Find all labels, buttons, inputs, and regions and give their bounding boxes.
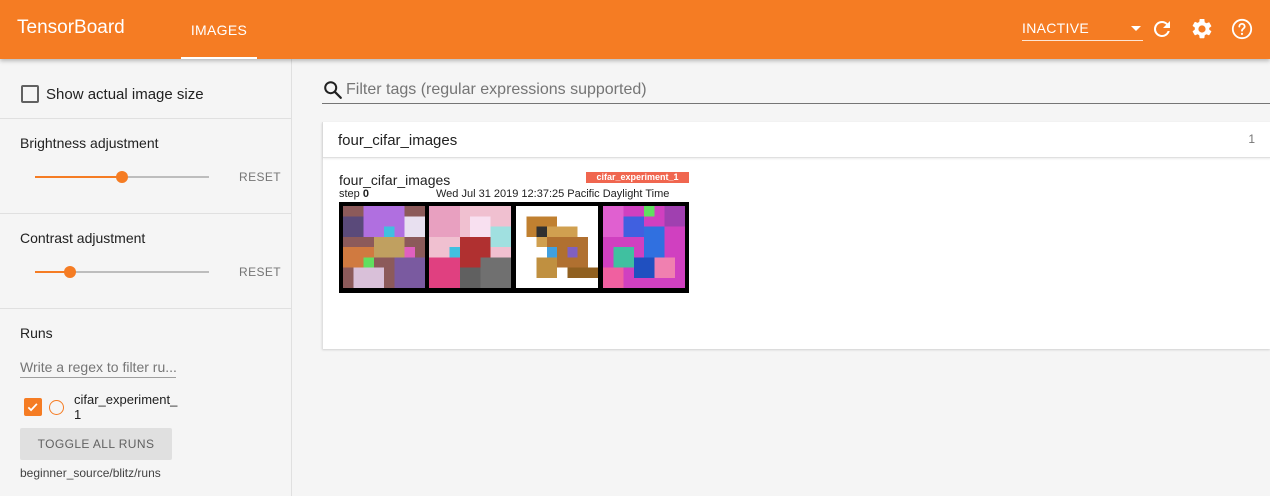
tag-group-count: 1 (1248, 132, 1255, 146)
brightness-slider[interactable] (35, 171, 209, 183)
help-icon[interactable] (1230, 17, 1254, 41)
mixed-pixel-image (343, 206, 425, 288)
run-color-radio[interactable] (49, 400, 64, 415)
tab-active-indicator (181, 57, 257, 59)
run-badge: cifar_experiment_1 (586, 172, 689, 183)
contrast-slider-thumb[interactable] (64, 266, 76, 278)
frog-image (516, 206, 598, 288)
toggle-all-runs-button[interactable]: TOGGLE ALL RUNS (20, 428, 172, 460)
checkmark-icon (27, 403, 38, 412)
contrast-reset-button[interactable]: RESET (239, 265, 281, 279)
show-actual-size-checkbox[interactable] (21, 85, 39, 103)
tag-filter (322, 77, 1270, 104)
image-grid[interactable] (339, 202, 689, 293)
step-value: 0 (362, 188, 369, 200)
divider (0, 308, 292, 309)
inactive-plugins-select[interactable]: INACTIVE (1022, 18, 1143, 41)
show-actual-size-label[interactable]: Show actual image size (46, 86, 204, 103)
run-name[interactable]: cifar_experiment_1 (74, 392, 184, 422)
runs-title: Runs (20, 325, 53, 341)
step-label: step 0 (339, 188, 369, 200)
contrast-title: Contrast adjustment (20, 230, 146, 246)
brightness-slider-fill (35, 176, 122, 178)
magenta-pixel-image (603, 206, 685, 288)
gear-icon[interactable] (1190, 17, 1214, 41)
step-prefix: step (339, 188, 360, 200)
dropdown-caret-icon (1131, 26, 1141, 31)
runs-filter-input[interactable] (20, 356, 176, 378)
brightness-reset-button[interactable]: RESET (239, 170, 281, 184)
run-checkbox[interactable] (24, 398, 42, 416)
tag-group-header[interactable]: four_cifar_images 1 (323, 122, 1270, 158)
pink-pixel-image (429, 206, 511, 288)
tab-images-label: IMAGES (190, 21, 248, 38)
wall-time: Wed Jul 31 2019 12:37:25 Pacific Dayligh… (436, 188, 670, 200)
divider (0, 118, 292, 119)
brightness-title: Brightness adjustment (20, 135, 159, 151)
image-card-title: four_cifar_images (339, 172, 451, 188)
tag-group-title: four_cifar_images (338, 132, 458, 149)
refresh-icon[interactable] (1150, 17, 1174, 41)
tag-filter-input[interactable] (346, 77, 1246, 103)
contrast-slider[interactable] (35, 266, 209, 278)
app-toolbar: TensorBoard IMAGES INACTIVE (0, 0, 1270, 59)
sidebar: Show actual image size Brightness adjust… (0, 59, 292, 496)
inactive-select-value: INACTIVE (1022, 20, 1089, 36)
brightness-slider-thumb[interactable] (116, 171, 128, 183)
search-icon (324, 81, 342, 99)
logdir-path: beginner_source/blitz/runs (20, 466, 161, 480)
divider (0, 213, 292, 214)
tag-group-card: four_cifar_images 1 four_cifar_images ci… (322, 122, 1270, 349)
app-title: TensorBoard (17, 17, 125, 38)
tab-images[interactable]: IMAGES (181, 0, 257, 59)
